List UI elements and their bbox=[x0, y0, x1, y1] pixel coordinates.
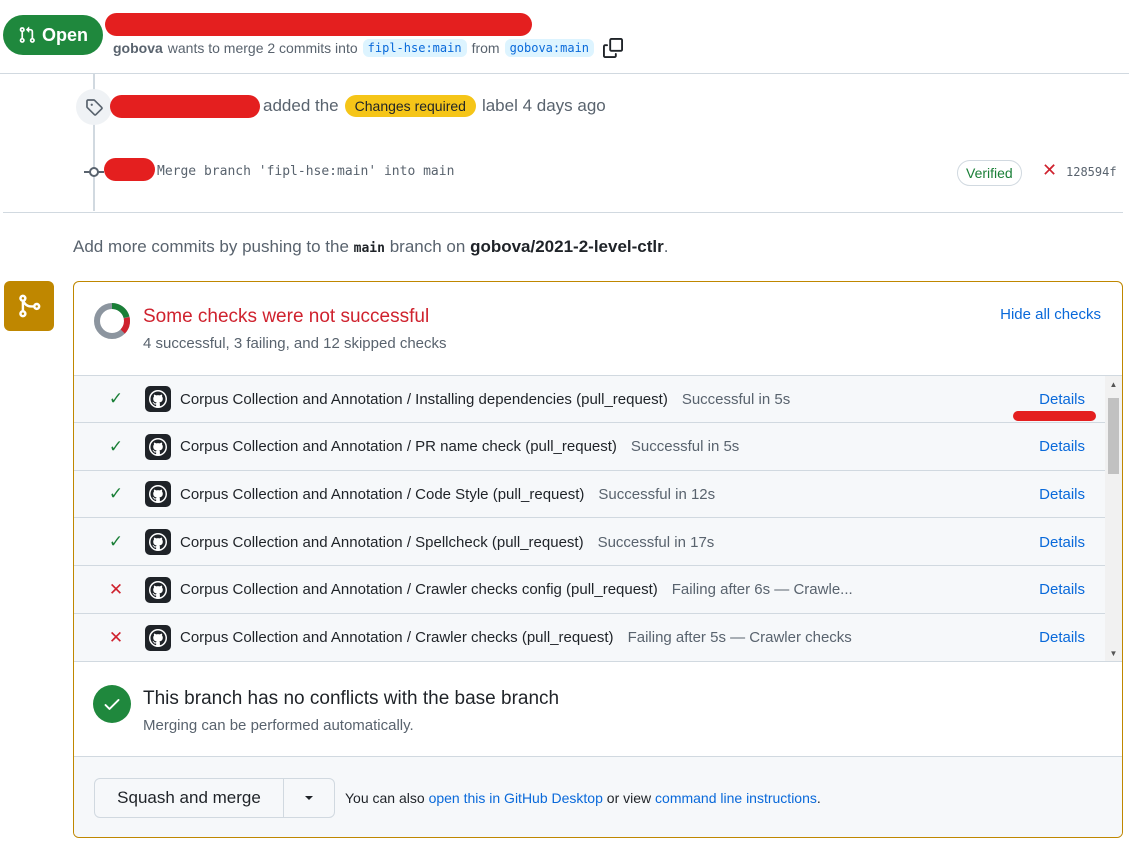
check-details-link[interactable]: Details bbox=[1039, 438, 1085, 455]
merge-method-dropdown[interactable] bbox=[284, 779, 334, 817]
merge-status-icon bbox=[4, 281, 54, 331]
pr-subtitle: gobova wants to merge 2 commits into fip… bbox=[113, 38, 624, 58]
label-changes-required[interactable]: Changes required bbox=[344, 95, 476, 117]
conflict-subtitle: Merging can be performed automatically. bbox=[143, 717, 414, 734]
check-success-icon: ✓ bbox=[108, 484, 124, 504]
check-name: Corpus Collection and Annotation / Crawl… bbox=[180, 581, 658, 599]
merge-section: Squash and merge You can also open this … bbox=[74, 757, 1122, 837]
merge-text: wants to merge 2 commits into bbox=[167, 40, 358, 56]
also-prefix: You can also bbox=[345, 790, 425, 806]
github-actions-icon bbox=[145, 433, 171, 460]
redacted-avatar bbox=[104, 158, 155, 181]
details-annotation-mark bbox=[1013, 411, 1096, 421]
checks-summary: 4 successful, 3 failing, and 12 skipped … bbox=[143, 335, 447, 352]
redacted-title bbox=[105, 13, 532, 36]
merge-suffix: . bbox=[816, 790, 821, 806]
redacted-user bbox=[110, 95, 260, 118]
pull-request-icon bbox=[19, 26, 35, 43]
check-success-icon: ✓ bbox=[108, 389, 124, 408]
github-actions-icon bbox=[145, 529, 171, 556]
github-actions-icon bbox=[145, 386, 171, 412]
commit-sha[interactable]: 128594f bbox=[1066, 165, 1117, 179]
check-description: Successful in 5s bbox=[681, 390, 791, 408]
check-failure-icon: ✕ bbox=[108, 627, 124, 647]
push-info-repo[interactable]: gobova/2021-2-level-ctlr bbox=[470, 237, 664, 256]
squash-and-merge-button[interactable]: Squash and merge bbox=[95, 779, 284, 817]
check-name: Corpus Collection and Annotation / Code … bbox=[180, 485, 585, 503]
push-info-prefix: Add more commits by pushing to the bbox=[73, 237, 349, 256]
label-event-time: label 4 days ago bbox=[481, 96, 606, 115]
merge-box: Some checks were not successful 4 succes… bbox=[73, 281, 1123, 838]
checks-header: Some checks were not successful 4 succes… bbox=[74, 282, 1122, 375]
check-details-link[interactable]: Details bbox=[1039, 486, 1085, 503]
head-branch[interactable]: gobova:main bbox=[504, 39, 595, 57]
check-description: Successful in 5s bbox=[630, 438, 740, 456]
check-row: ✓ Corpus Collection and Annotation / Spel… bbox=[74, 519, 1105, 567]
triangle-down-icon bbox=[305, 796, 313, 800]
check-description: Failing after 5s — Crawler checks bbox=[627, 629, 852, 646]
github-actions-icon bbox=[145, 481, 171, 508]
hide-all-checks-link[interactable]: Hide all checks bbox=[1000, 306, 1101, 323]
push-info-branch: main bbox=[353, 241, 385, 256]
github-actions-icon bbox=[145, 624, 171, 651]
check-description: Failing after 6s — Crawle... bbox=[671, 581, 853, 599]
check-row: ✕ Corpus Collection and Annotation / Craw… bbox=[74, 566, 1105, 614]
label-event: added the Changes required label 4 days … bbox=[263, 95, 606, 117]
check-description: Successful in 12s bbox=[598, 485, 716, 503]
check-details-link[interactable]: Details bbox=[1039, 581, 1085, 598]
push-info-middle: branch on bbox=[389, 237, 466, 256]
copy-icon[interactable] bbox=[603, 38, 624, 58]
verified-badge[interactable]: Verified bbox=[957, 160, 1022, 186]
from-text: from bbox=[471, 40, 500, 56]
base-branch[interactable]: fipl-hse:main bbox=[362, 39, 467, 57]
scroll-down-arrow[interactable]: ▼ bbox=[1108, 649, 1119, 659]
check-details-link[interactable]: Details bbox=[1039, 534, 1085, 551]
check-row: ✕ Corpus Collection and Annotation / Craw… bbox=[74, 614, 1105, 661]
label-event-added: added the bbox=[263, 96, 339, 115]
check-row: ✓ Corpus Collection and Annotation / PR n… bbox=[74, 423, 1105, 471]
check-success-icon: ✓ bbox=[108, 436, 124, 456]
checks-donut-icon bbox=[94, 303, 130, 339]
check-row: ✓ Corpus Collection and Annotation / Code… bbox=[74, 471, 1105, 519]
pr-author[interactable]: gobova bbox=[113, 40, 163, 56]
pr-state-badge: Open bbox=[3, 15, 103, 55]
commit-message[interactable]: Merge branch 'fipl-hse:main' into main bbox=[157, 164, 454, 179]
check-failure-icon: ✕ bbox=[108, 579, 124, 599]
check-details-link[interactable]: Details bbox=[1039, 391, 1085, 408]
scroll-thumb[interactable] bbox=[1108, 398, 1119, 474]
check-name: Corpus Collection and Annotation / Crawl… bbox=[180, 629, 614, 646]
scroll-up-arrow[interactable]: ▲ bbox=[1108, 380, 1119, 390]
or-view-text: or view bbox=[606, 790, 652, 806]
merge-button-group: Squash and merge bbox=[94, 778, 335, 818]
conflict-title: This branch has no conflicts with the ba… bbox=[143, 688, 560, 709]
command-line-link[interactable]: command line instructions bbox=[655, 790, 817, 806]
header-divider bbox=[0, 73, 1129, 74]
check-name: Corpus Collection and Annotation / Insta… bbox=[180, 390, 668, 408]
timeline-divider bbox=[3, 212, 1123, 213]
checks-list[interactable]: ✓ Corpus Collection and Annotation / Inst… bbox=[74, 375, 1122, 662]
check-success-icon: ✓ bbox=[108, 532, 124, 552]
github-actions-icon bbox=[145, 576, 171, 603]
check-description: Successful in 17s bbox=[597, 533, 715, 551]
check-row: ✓ Corpus Collection and Annotation / Inst… bbox=[74, 376, 1105, 423]
commit-fail-icon[interactable]: ✕ bbox=[1042, 160, 1057, 181]
pr-state-label: Open bbox=[41, 24, 88, 45]
push-info-suffix: . bbox=[663, 237, 669, 256]
tag-icon bbox=[76, 89, 112, 125]
check-details-link[interactable]: Details bbox=[1039, 629, 1085, 646]
check-name: Corpus Collection and Annotation / PR na… bbox=[180, 438, 617, 456]
checks-title: Some checks were not successful bbox=[143, 306, 430, 327]
merge-alternatives: You can also open this in GitHub Desktop… bbox=[345, 790, 821, 806]
check-circle-icon bbox=[93, 685, 131, 723]
github-desktop-link[interactable]: open this in GitHub Desktop bbox=[429, 790, 603, 806]
check-name: Corpus Collection and Annotation / Spell… bbox=[180, 533, 584, 551]
conflict-section: This branch has no conflicts with the ba… bbox=[74, 662, 1122, 757]
checks-scrollbar[interactable]: ▲ ▼ bbox=[1105, 376, 1122, 661]
push-info: Add more commits by pushing to the main … bbox=[73, 237, 669, 257]
commit-icon bbox=[84, 167, 104, 177]
